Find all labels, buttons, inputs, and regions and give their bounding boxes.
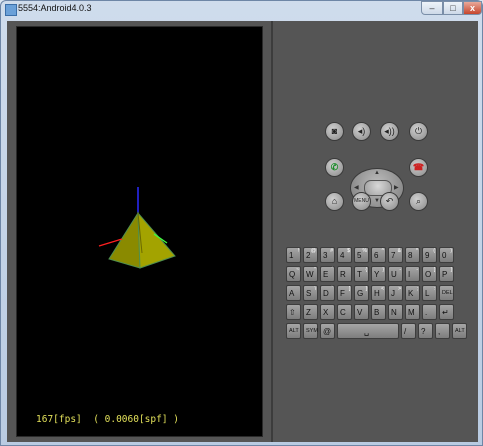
keyboard-row-3: A S \ D ` F[ G] H < J > K; L: DEL: [286, 285, 456, 301]
dpad-up-icon[interactable]: ▲: [374, 170, 380, 176]
key-alt-right[interactable]: ALT: [452, 323, 467, 339]
phone-call-icon: ✆: [330, 162, 339, 172]
back-button[interactable]: ↶: [380, 192, 399, 211]
key-2[interactable]: 2 @: [303, 247, 318, 263]
power-button[interactable]: ⏻: [409, 122, 428, 141]
key-l[interactable]: L:: [422, 285, 437, 301]
volume-down-icon: ◂): [357, 126, 366, 136]
key-q[interactable]: Q ~: [286, 266, 301, 282]
key-sym[interactable]: SYM: [303, 323, 318, 339]
dpad-right-icon[interactable]: ▶: [394, 184, 399, 191]
panel-divider: [271, 21, 273, 442]
key-shift[interactable]: ⇧: [286, 304, 301, 320]
close-button[interactable]: x: [463, 1, 482, 15]
emulator-window: 5554:Android4.0.3 – □ x 167[fps] ( 0.006…: [0, 0, 483, 446]
volume-up-button[interactable]: ◂)): [380, 122, 399, 141]
key-f[interactable]: F[: [337, 285, 352, 301]
key-u[interactable]: U-: [388, 266, 403, 282]
key-n[interactable]: N: [388, 304, 403, 320]
power-icon: ⏻: [414, 126, 423, 136]
end-call-button[interactable]: ☎: [409, 158, 428, 177]
key-k[interactable]: K;: [405, 285, 420, 301]
key-c[interactable]: C: [337, 304, 352, 320]
key-enter[interactable]: ↵: [439, 304, 454, 320]
key-alt-left[interactable]: ALT: [286, 323, 301, 339]
key-9[interactable]: 9(: [422, 247, 437, 263]
key-z[interactable]: Z: [303, 304, 318, 320]
back-icon: ↶: [385, 196, 394, 206]
key-3[interactable]: 3 #: [320, 247, 335, 263]
title-bar[interactable]: 5554:Android4.0.3 – □ x: [1, 1, 482, 19]
key-comma[interactable]: ,: [435, 323, 450, 339]
key-g[interactable]: G]: [354, 285, 369, 301]
key-6[interactable]: 6 ^: [371, 247, 386, 263]
key-i[interactable]: I-: [405, 266, 420, 282]
key-j[interactable]: J >: [388, 285, 403, 301]
key-del[interactable]: DEL: [439, 285, 454, 301]
keyboard-row-2: Q ~ W " E ´ R T{ Y} U- I- O[ P]: [286, 266, 456, 282]
fps-counter: 167[fps] ( 0.0060[spf] ): [36, 414, 179, 425]
key-d[interactable]: D `: [320, 285, 335, 301]
volume-down-button[interactable]: ◂): [352, 122, 371, 141]
keyboard-row-5: ALT SYM @ ␣ / ? , ALT: [286, 323, 469, 339]
key-period[interactable]: .: [422, 304, 437, 320]
key-question[interactable]: ?: [418, 323, 433, 339]
key-y[interactable]: Y}: [371, 266, 386, 282]
device-screen[interactable]: 167[fps] ( 0.0060[spf] ): [16, 26, 263, 437]
home-icon: ⌂: [331, 196, 338, 206]
phone-end-icon: ☎: [412, 162, 425, 172]
key-7[interactable]: 7 &: [388, 247, 403, 263]
search-button[interactable]: ⌕: [409, 192, 428, 211]
dpad-left-icon[interactable]: ◀: [354, 184, 359, 191]
pyramid-face-left: [108, 211, 141, 269]
search-icon: ⌕: [415, 196, 422, 206]
window-title: 5554:Android4.0.3: [18, 3, 92, 13]
keyboard-row-1: 1! 2 @ 3 # 4 $ 5% 6 ^ 7 & 8 * 9( 0): [286, 247, 456, 263]
app-icon: [5, 4, 17, 16]
pyramid-face-right: [137, 211, 176, 269]
key-b[interactable]: B: [371, 304, 386, 320]
minimize-button[interactable]: –: [421, 1, 443, 15]
key-4[interactable]: 4 $: [337, 247, 352, 263]
home-button[interactable]: ⌂: [325, 192, 344, 211]
pyramid-scene: [98, 187, 176, 269]
menu-icon: MENU: [354, 198, 369, 204]
key-1[interactable]: 1!: [286, 247, 301, 263]
key-0[interactable]: 0): [439, 247, 454, 263]
key-h[interactable]: H <: [371, 285, 386, 301]
maximize-button[interactable]: □: [443, 1, 463, 15]
key-a[interactable]: A: [286, 285, 301, 301]
key-slash[interactable]: /: [401, 323, 416, 339]
menu-button[interactable]: MENU: [352, 192, 371, 211]
key-e[interactable]: E ´: [320, 266, 335, 282]
camera-button[interactable]: ◙: [325, 122, 344, 141]
volume-up-icon: ◂)): [384, 126, 395, 136]
key-w[interactable]: W ": [303, 266, 318, 282]
emulator-body: 167[fps] ( 0.0060[spf] ) ◙ ◂) ◂)) ⏻ ✆ ▲ …: [7, 21, 478, 442]
key-space[interactable]: ␣: [337, 323, 399, 339]
key-8[interactable]: 8 *: [405, 247, 420, 263]
key-m[interactable]: M: [405, 304, 420, 320]
keyboard-row-4: ⇧ Z X C V B N M . ↵: [286, 304, 456, 320]
call-button[interactable]: ✆: [325, 158, 344, 177]
key-o[interactable]: O[: [422, 266, 437, 282]
key-v[interactable]: V: [354, 304, 369, 320]
key-at[interactable]: @: [320, 323, 335, 339]
key-5[interactable]: 5%: [354, 247, 369, 263]
key-p[interactable]: P]: [439, 266, 454, 282]
key-s[interactable]: S \: [303, 285, 318, 301]
camera-icon: ◙: [331, 126, 338, 136]
key-r[interactable]: R: [337, 266, 352, 282]
key-x[interactable]: X: [320, 304, 335, 320]
key-t[interactable]: T{: [354, 266, 369, 282]
